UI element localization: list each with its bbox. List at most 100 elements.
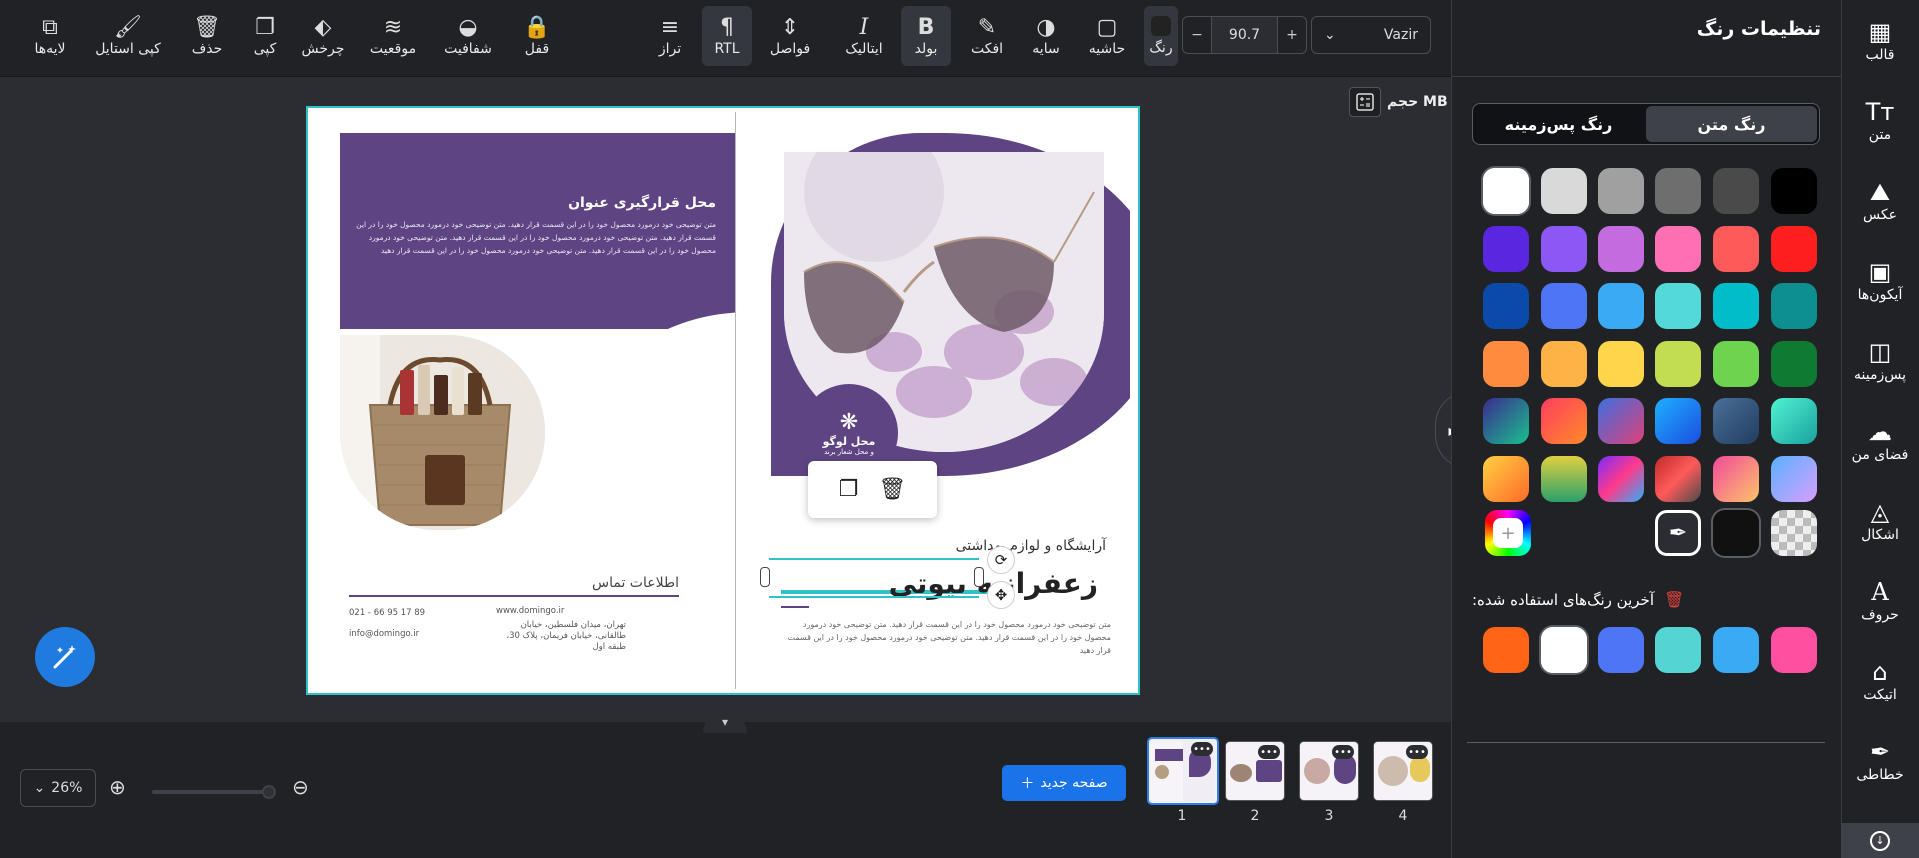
color-swatch[interactable]	[1541, 168, 1587, 214]
recent-color-swatch[interactable]	[1771, 627, 1817, 673]
copy-button[interactable]: ❐ کپی	[245, 6, 285, 66]
color-swatch[interactable]	[1655, 283, 1701, 329]
color-swatch[interactable]	[1771, 168, 1817, 214]
plus-icon[interactable]: +	[1278, 27, 1306, 43]
rotate-handle-icon[interactable]: ⟳	[987, 546, 1015, 574]
position-button[interactable]: ≋ موقعیت	[365, 6, 421, 66]
nav-background[interactable]: ◫ پس‌زمینه	[1841, 325, 1919, 395]
trash-icon[interactable]: 🗑	[878, 477, 906, 502]
font-family-select[interactable]: ⌄ Vazir	[1311, 16, 1431, 54]
effect-button[interactable]: ✎ افکت	[964, 6, 1010, 66]
color-swatch[interactable]	[1655, 341, 1701, 387]
page-thumbnail[interactable]: •••	[1373, 741, 1433, 801]
gradient-swatch[interactable]	[1655, 398, 1701, 444]
gradient-swatch[interactable]	[1655, 456, 1701, 502]
shadow-button[interactable]: ◑ سایه	[1024, 6, 1068, 66]
color-swatch[interactable]	[1598, 341, 1644, 387]
gradient-swatch[interactable]	[1713, 398, 1759, 444]
bold-button[interactable]: B بولد	[901, 6, 951, 66]
bag-photo[interactable]	[340, 335, 545, 530]
rotate-button[interactable]: ⬖ چرخش	[298, 6, 348, 66]
right-body-text[interactable]: متن توضیحی خود درمورد محصول خود را در ای…	[781, 618, 1111, 657]
gradient-swatch[interactable]	[1483, 456, 1529, 502]
gradient-swatch[interactable]	[1713, 456, 1759, 502]
font-size-value[interactable]: 90.7	[1211, 17, 1278, 53]
color-swatch[interactable]	[1771, 283, 1817, 329]
move-handle-icon[interactable]: ✥	[987, 581, 1015, 609]
new-page-button[interactable]: ＋ صفحه جدید	[1002, 765, 1126, 801]
resize-handle-right[interactable]	[974, 567, 984, 587]
design-page[interactable]: محل قرارگیری عنوان متن توضیحی خود درمورد…	[306, 106, 1140, 695]
recent-color-swatch[interactable]	[1541, 627, 1587, 673]
color-swatch[interactable]	[1483, 341, 1529, 387]
recent-color-swatch[interactable]	[1598, 627, 1644, 673]
contact-email[interactable]: info@domingo.ir	[349, 629, 449, 639]
copy-style-button[interactable]: 🖌 کپی استایل	[86, 6, 170, 66]
eyedropper-button[interactable]: ✒	[1655, 510, 1701, 556]
subtitle-text[interactable]: آرایشگاه و لوازم بهداشتی	[786, 538, 1106, 554]
color-swatch[interactable]	[1713, 226, 1759, 272]
zoom-slider-handle[interactable]	[262, 785, 276, 799]
thumbnail-menu-icon[interactable]: •••	[1191, 742, 1213, 756]
color-swatch[interactable]	[1713, 341, 1759, 387]
tab-background-color[interactable]: رنگ پس‌زمینه	[1473, 104, 1644, 144]
zoom-in-icon[interactable]: ⊕	[109, 775, 126, 799]
nav-icons[interactable]: ▣ آیکون‌ها	[1841, 245, 1919, 315]
lock-button[interactable]: 🔒 قفل	[517, 6, 557, 66]
color-swatch[interactable]	[1598, 283, 1644, 329]
page-thumbnail[interactable]: •••	[1299, 741, 1359, 801]
selection-box[interactable]	[769, 558, 979, 598]
zoom-out-icon[interactable]: ⊖	[292, 775, 309, 799]
contact-address[interactable]: تهران، میدان فلسطین، خیابان طالقانی، خیا…	[496, 620, 626, 653]
color-swatch[interactable]	[1598, 168, 1644, 214]
copy-icon[interactable]: ❐	[839, 477, 859, 502]
contact-title[interactable]: اطلاعات تماس	[349, 575, 679, 591]
nav-text[interactable]: Tт متن	[1841, 85, 1919, 155]
gradient-swatch[interactable]	[1598, 398, 1644, 444]
recent-color-swatch[interactable]	[1713, 627, 1759, 673]
clear-trash-icon[interactable]: 🗑	[1664, 590, 1684, 609]
color-swatch[interactable]	[1598, 226, 1644, 272]
left-title[interactable]: محل قرارگیری عنوان	[356, 195, 716, 211]
align-button[interactable]: ≡ تراز	[650, 6, 690, 66]
spacing-button[interactable]: ⇕ فواصل	[765, 6, 815, 66]
left-body-text[interactable]: متن توضیحی خود درمورد محصول خود را در ای…	[356, 218, 716, 257]
rtl-button[interactable]: ¶ RTL	[702, 6, 752, 66]
nav-calligraphy[interactable]: ✒ خطاطی	[1841, 725, 1919, 795]
color-swatch[interactable]	[1483, 168, 1529, 214]
recent-color-swatch[interactable]	[1655, 627, 1701, 673]
color-swatch[interactable]	[1771, 341, 1817, 387]
nav-letters[interactable]: A حروف	[1841, 565, 1919, 635]
color-swatch[interactable]	[1483, 283, 1529, 329]
contact-website[interactable]: www.domingo.ir	[496, 606, 626, 616]
zoom-slider-track[interactable]	[152, 790, 268, 794]
gradient-swatch[interactable]	[1541, 398, 1587, 444]
nav-photo[interactable]: ⛰ عکس	[1841, 165, 1919, 235]
color-swatch[interactable]	[1655, 168, 1701, 214]
nav-template[interactable]: ▦ قالب	[1841, 5, 1919, 75]
page-thumbnail[interactable]: •••	[1225, 741, 1285, 801]
color-swatch[interactable]	[1483, 226, 1529, 272]
color-swatch[interactable]	[1713, 168, 1759, 214]
italic-button[interactable]: I ایتالیک	[836, 6, 892, 66]
thumbnail-menu-icon[interactable]: •••	[1332, 745, 1354, 759]
font-size-stepper[interactable]: − 90.7 +	[1182, 16, 1307, 54]
gradient-swatch[interactable]	[1598, 456, 1644, 502]
color-swatch[interactable]	[1541, 226, 1587, 272]
gradient-swatch[interactable]	[1483, 398, 1529, 444]
ai-magic-button[interactable]	[35, 627, 95, 687]
tab-text-color[interactable]: رنگ متن	[1646, 106, 1817, 142]
custom-color-picker[interactable]: +	[1485, 510, 1531, 556]
thumbnail-menu-icon[interactable]: •••	[1406, 745, 1428, 759]
minus-icon[interactable]: −	[1183, 27, 1211, 43]
gradient-swatch[interactable]	[1541, 456, 1587, 502]
contact-phone[interactable]: 021 - 66 95 17 89	[349, 608, 449, 618]
calculator-icon[interactable]	[1349, 87, 1381, 117]
nav-scroll-down[interactable]: ↓	[1841, 823, 1919, 858]
thumbnail-menu-icon[interactable]: •••	[1258, 745, 1280, 759]
resize-handle-left[interactable]	[760, 567, 770, 587]
page-thumbnail[interactable]: •••	[1147, 737, 1219, 805]
nav-my-space[interactable]: ☁ فضای من	[1841, 405, 1919, 475]
nav-shapes[interactable]: ◬ اشکال	[1841, 485, 1919, 555]
layers-button[interactable]: ⧉ لایه‌ها	[20, 6, 80, 66]
